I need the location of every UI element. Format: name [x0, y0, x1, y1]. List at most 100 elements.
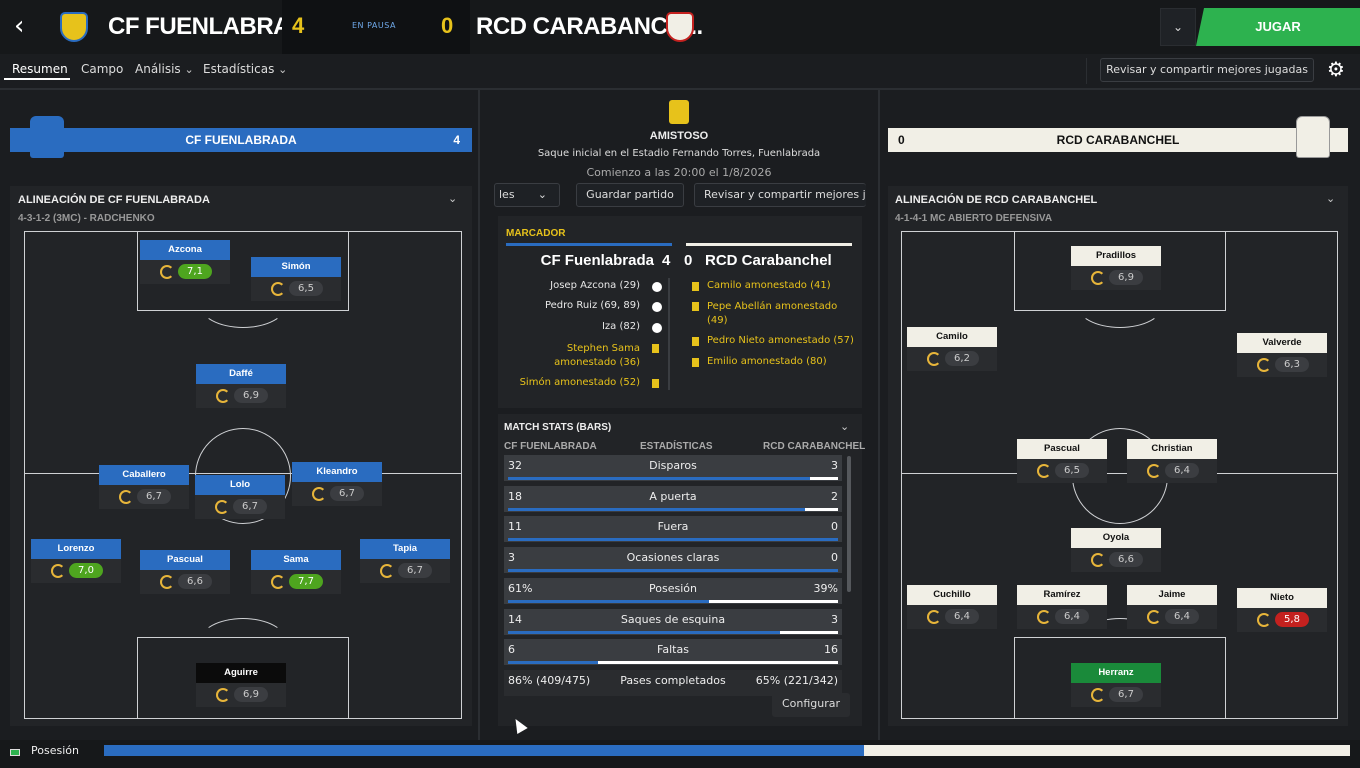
player-card[interactable]: Simón 6,5 — [251, 257, 341, 303]
divider — [478, 90, 480, 740]
configure-button[interactable]: Configurar — [772, 693, 850, 717]
player-card[interactable]: Oyola 6,6 — [1071, 528, 1161, 574]
away-event: Camilo amonestado (41) — [707, 280, 831, 291]
condition-icon — [1257, 613, 1271, 627]
back-icon[interactable]: ‹ — [14, 12, 40, 40]
save-match-button[interactable]: Guardar partido — [576, 183, 684, 207]
player-name: Christian — [1127, 439, 1217, 459]
condition-icon — [1147, 610, 1161, 624]
player-card[interactable]: Aguirre 6,9 — [196, 663, 286, 709]
yellow-card-icon — [652, 344, 659, 353]
away-score: 0 — [441, 13, 454, 38]
player-rating: 6,7 — [137, 489, 171, 504]
player-card[interactable]: Tapia 6,7 — [360, 539, 450, 585]
player-name: Simón — [251, 257, 341, 277]
tab-estadisticas[interactable]: Estadísticas ⌄ — [203, 62, 287, 76]
player-card[interactable]: Cuchillo 6,4 — [907, 585, 997, 631]
stat-bar-home-fill — [508, 538, 838, 542]
stat-bar — [508, 538, 838, 542]
player-card[interactable]: Sama 7,7 — [251, 550, 341, 596]
footer-possession-label: Posesión — [31, 744, 79, 757]
player-card[interactable]: Ramírez 6,4 — [1017, 585, 1107, 631]
player-rating: 6,6 — [1109, 552, 1143, 567]
stat-bar — [508, 599, 838, 603]
yellow-card-icon — [692, 337, 699, 346]
stats-scrollbar[interactable] — [847, 456, 851, 592]
player-card[interactable]: Daffé 6,9 — [196, 364, 286, 410]
chevron-down-icon[interactable]: ⌄ — [1160, 8, 1196, 46]
player-card[interactable]: Nieto 5,8 — [1237, 588, 1327, 634]
player-rating: 7,7 — [289, 574, 323, 589]
player-card[interactable]: Caballero 6,7 — [99, 465, 189, 511]
player-card[interactable]: Herranz 6,7 — [1071, 663, 1161, 709]
away-crest-icon — [666, 12, 694, 42]
condition-icon — [927, 610, 941, 624]
home-lineup-title: ALINEACIÓN DE CF FUENLABRADA — [18, 194, 210, 206]
share-highlights-button[interactable]: Revisar y compartir mejores jugadas — [1100, 58, 1314, 82]
possession-icon — [10, 749, 20, 756]
condition-icon — [312, 487, 326, 501]
chevron-down-icon[interactable]: ⌄ — [448, 192, 457, 205]
player-rating-row: 6,4 — [1127, 459, 1217, 483]
tab-campo[interactable]: Campo — [81, 62, 123, 76]
chevron-down-icon[interactable]: ⌄ — [1326, 192, 1335, 205]
player-card[interactable]: Lolo 6,7 — [195, 475, 285, 521]
stat-home-value: 86% (409/475) — [508, 673, 591, 687]
divider — [0, 88, 1360, 90]
player-name: Pascual — [1017, 439, 1107, 459]
chevron-down-icon[interactable]: ⌄ — [840, 420, 849, 433]
scoreboard-title: MARCADOR — [506, 228, 566, 239]
player-card[interactable]: Lorenzo 7,0 — [31, 539, 121, 585]
gear-icon[interactable]: ⚙ — [1324, 57, 1348, 81]
player-rating: 5,8 — [1275, 612, 1309, 627]
stat-row: Pases completados 86% (409/475) 65% (221/3… — [504, 669, 842, 696]
stat-bar-home-fill — [508, 599, 710, 603]
stat-bar-home-fill — [508, 630, 780, 634]
goal-ball-icon — [652, 282, 662, 292]
tab-resumen[interactable]: Resumen — [12, 62, 68, 76]
home-crest-icon — [60, 12, 88, 42]
play-button[interactable]: JUGAR — [1196, 8, 1360, 46]
divider — [668, 278, 670, 390]
player-card[interactable]: Camilo 6,2 — [907, 327, 997, 373]
condition-icon — [119, 490, 133, 504]
condition-icon — [215, 500, 229, 514]
share-highlights-button-2[interactable]: Revisar y compartir mejores ju — [694, 183, 866, 207]
chevron-down-icon: ⌄ — [278, 63, 288, 76]
condition-icon — [1257, 358, 1271, 372]
stat-away-value: 2 — [831, 489, 838, 503]
player-name: Tapia — [360, 539, 450, 559]
stat-bar — [508, 477, 838, 480]
tab-analisis-label: Análisis — [135, 62, 181, 76]
condition-icon — [1037, 610, 1051, 624]
yellow-card-icon — [692, 282, 699, 291]
stat-label: Disparos — [649, 459, 697, 472]
player-card[interactable]: Pascual 6,6 — [140, 550, 230, 596]
player-rating-row: 6,7 — [195, 495, 285, 519]
player-rating: 6,7 — [1109, 687, 1143, 702]
player-card[interactable]: Pradillos 6,9 — [1071, 246, 1161, 292]
tab-analisis[interactable]: Análisis ⌄ — [135, 62, 194, 76]
stat-label: Fuera — [657, 520, 689, 534]
home-event: Pedro Ruiz (69, 89) — [544, 300, 640, 311]
stat-row: Ocasiones claras 3 0 — [504, 547, 842, 574]
stat-row: Faltas 6 16 — [504, 639, 842, 666]
stat-home-value: 11 — [508, 520, 522, 534]
condition-icon — [51, 564, 65, 578]
yellow-card-icon — [692, 302, 699, 311]
player-card[interactable]: Kleandro 6,7 — [292, 462, 382, 508]
player-rating-row: 6,9 — [196, 683, 286, 707]
player-card[interactable]: Christian 6,4 — [1127, 439, 1217, 485]
player-card[interactable]: Azcona 7,1 — [140, 240, 230, 286]
stats-col-away: RCD CARABANCHEL — [763, 441, 866, 452]
player-card[interactable]: Pascual 6,5 — [1017, 439, 1107, 485]
condition-icon — [271, 575, 285, 589]
player-rating-row: 6,9 — [1071, 266, 1161, 290]
condition-icon — [1091, 553, 1105, 567]
home-formation: 4-3-1-2 (3MC) - RADCHENKO — [18, 213, 155, 224]
scoreboard-away: RCD Carabanchel — [705, 252, 832, 269]
view-dropdown[interactable]: les ⌄ — [494, 183, 560, 207]
player-card[interactable]: Jaime 6,4 — [1127, 585, 1217, 631]
player-card[interactable]: Valverde 6,3 — [1237, 333, 1327, 379]
player-rating: 7,0 — [69, 563, 103, 578]
